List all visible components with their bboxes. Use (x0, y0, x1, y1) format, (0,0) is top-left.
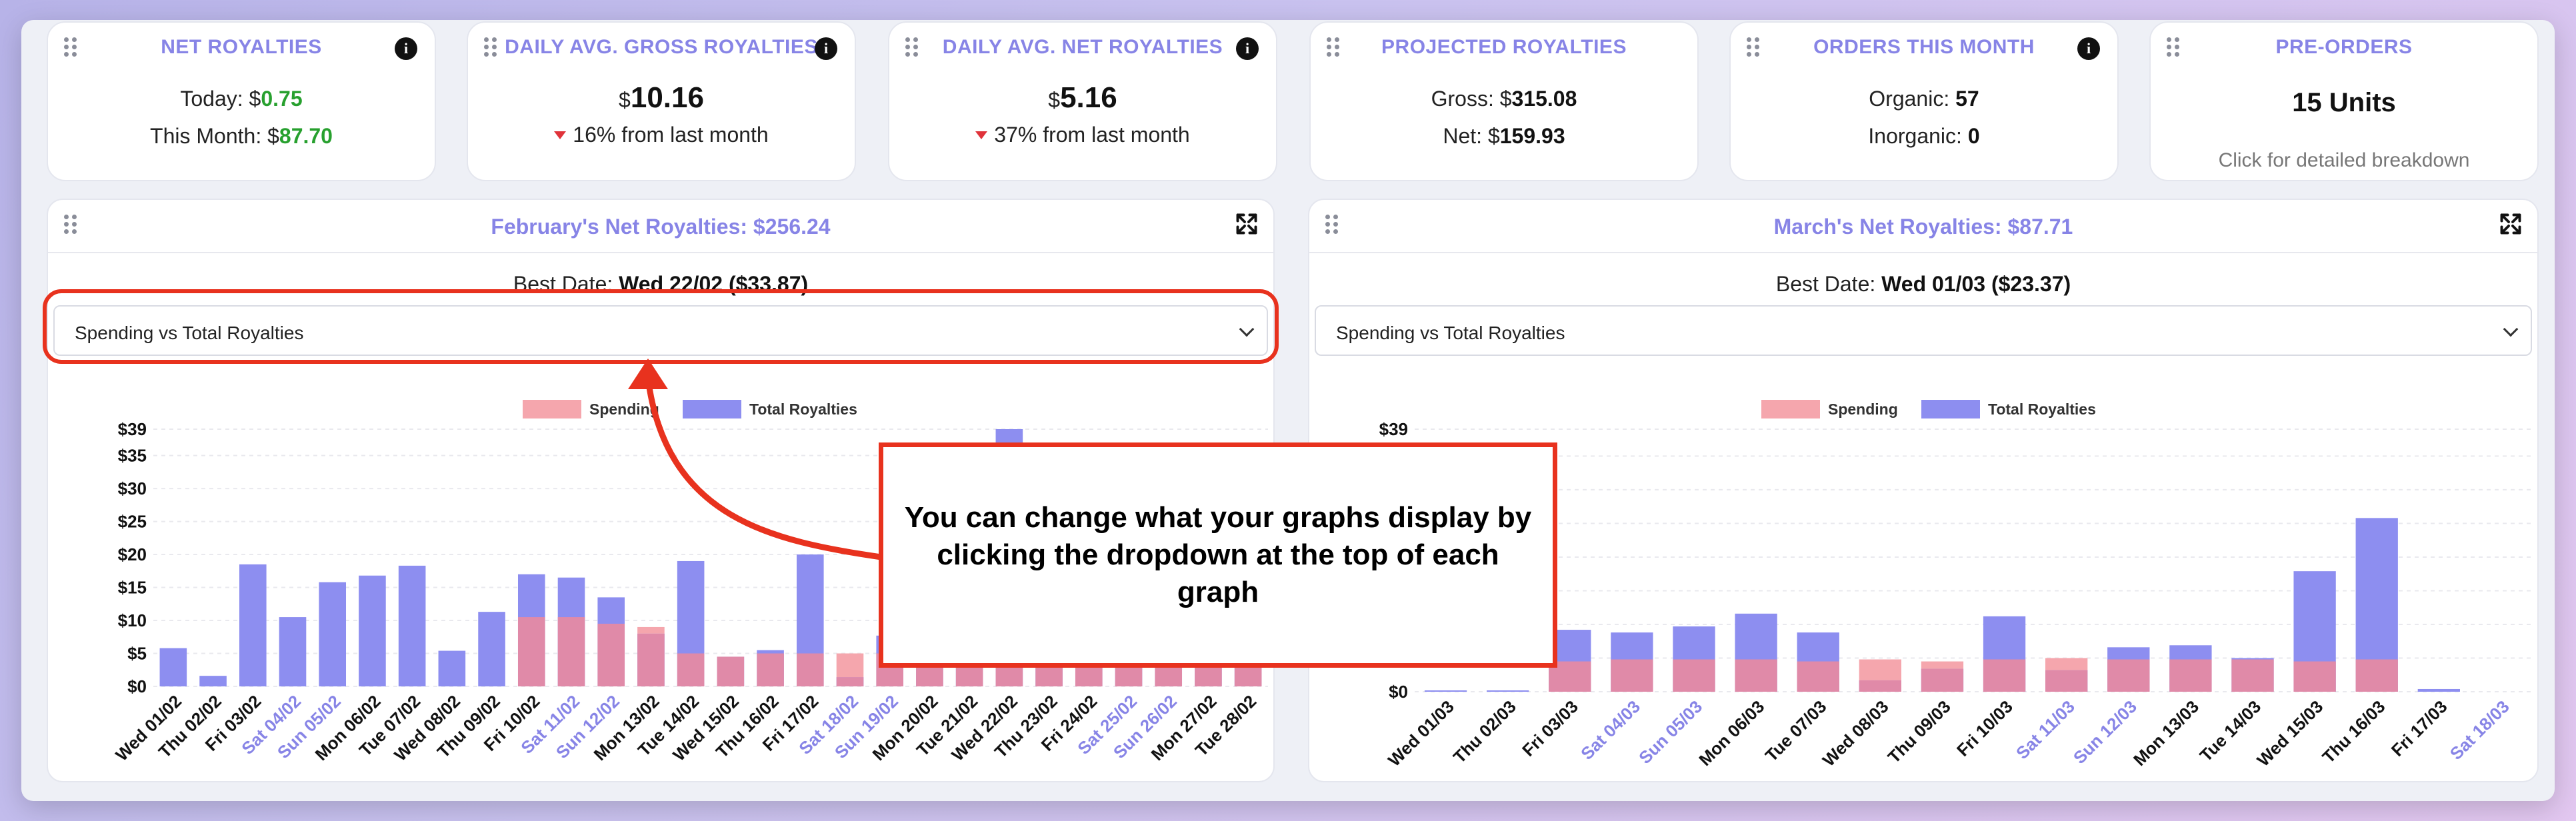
annotation-callout: You can change what your graphs display … (879, 442, 1557, 668)
annotation-arrow (628, 359, 885, 560)
